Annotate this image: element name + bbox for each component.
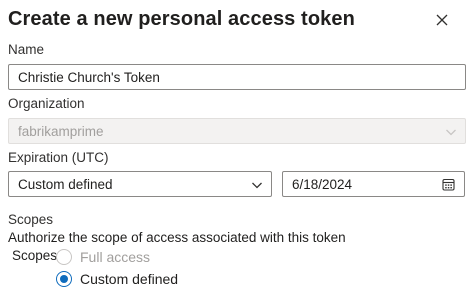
organization-select[interactable]: fabrikamprime — [8, 118, 466, 144]
close-icon[interactable] — [434, 12, 450, 28]
chevron-down-icon — [252, 182, 262, 189]
organization-select-value: fabrikamprime — [18, 123, 104, 139]
radio-custom-defined[interactable]: Custom defined — [56, 271, 178, 287]
scopes-description: Authorize the scope of access associated… — [8, 230, 346, 245]
radio-custom-defined-label: Custom defined — [80, 271, 179, 287]
expiration-select[interactable]: Custom defined — [8, 171, 272, 197]
scopes-group-label: Scopes — [12, 248, 58, 263]
calendar-icon[interactable] — [442, 178, 455, 191]
expiration-date-value: 6/18/2024 — [292, 176, 353, 192]
name-label: Name — [8, 42, 45, 57]
radio-circle-checked — [56, 271, 72, 287]
chevron-down-icon — [446, 129, 456, 136]
scopes-heading: Scopes — [8, 212, 54, 227]
organization-label: Organization — [8, 96, 85, 111]
expiration-label: Expiration (UTC) — [8, 150, 109, 165]
dialog-title: Create a new personal access token — [8, 8, 355, 30]
radio-full-access[interactable]: Full access — [56, 249, 150, 265]
name-input-value: Christie Church's Token — [18, 69, 160, 85]
radio-circle — [56, 249, 72, 265]
expiration-date-input[interactable]: 6/18/2024 — [282, 171, 465, 197]
radio-full-access-label: Full access — [80, 249, 151, 265]
name-input[interactable]: Christie Church's Token — [8, 64, 466, 90]
expiration-select-value: Custom defined — [18, 176, 113, 192]
